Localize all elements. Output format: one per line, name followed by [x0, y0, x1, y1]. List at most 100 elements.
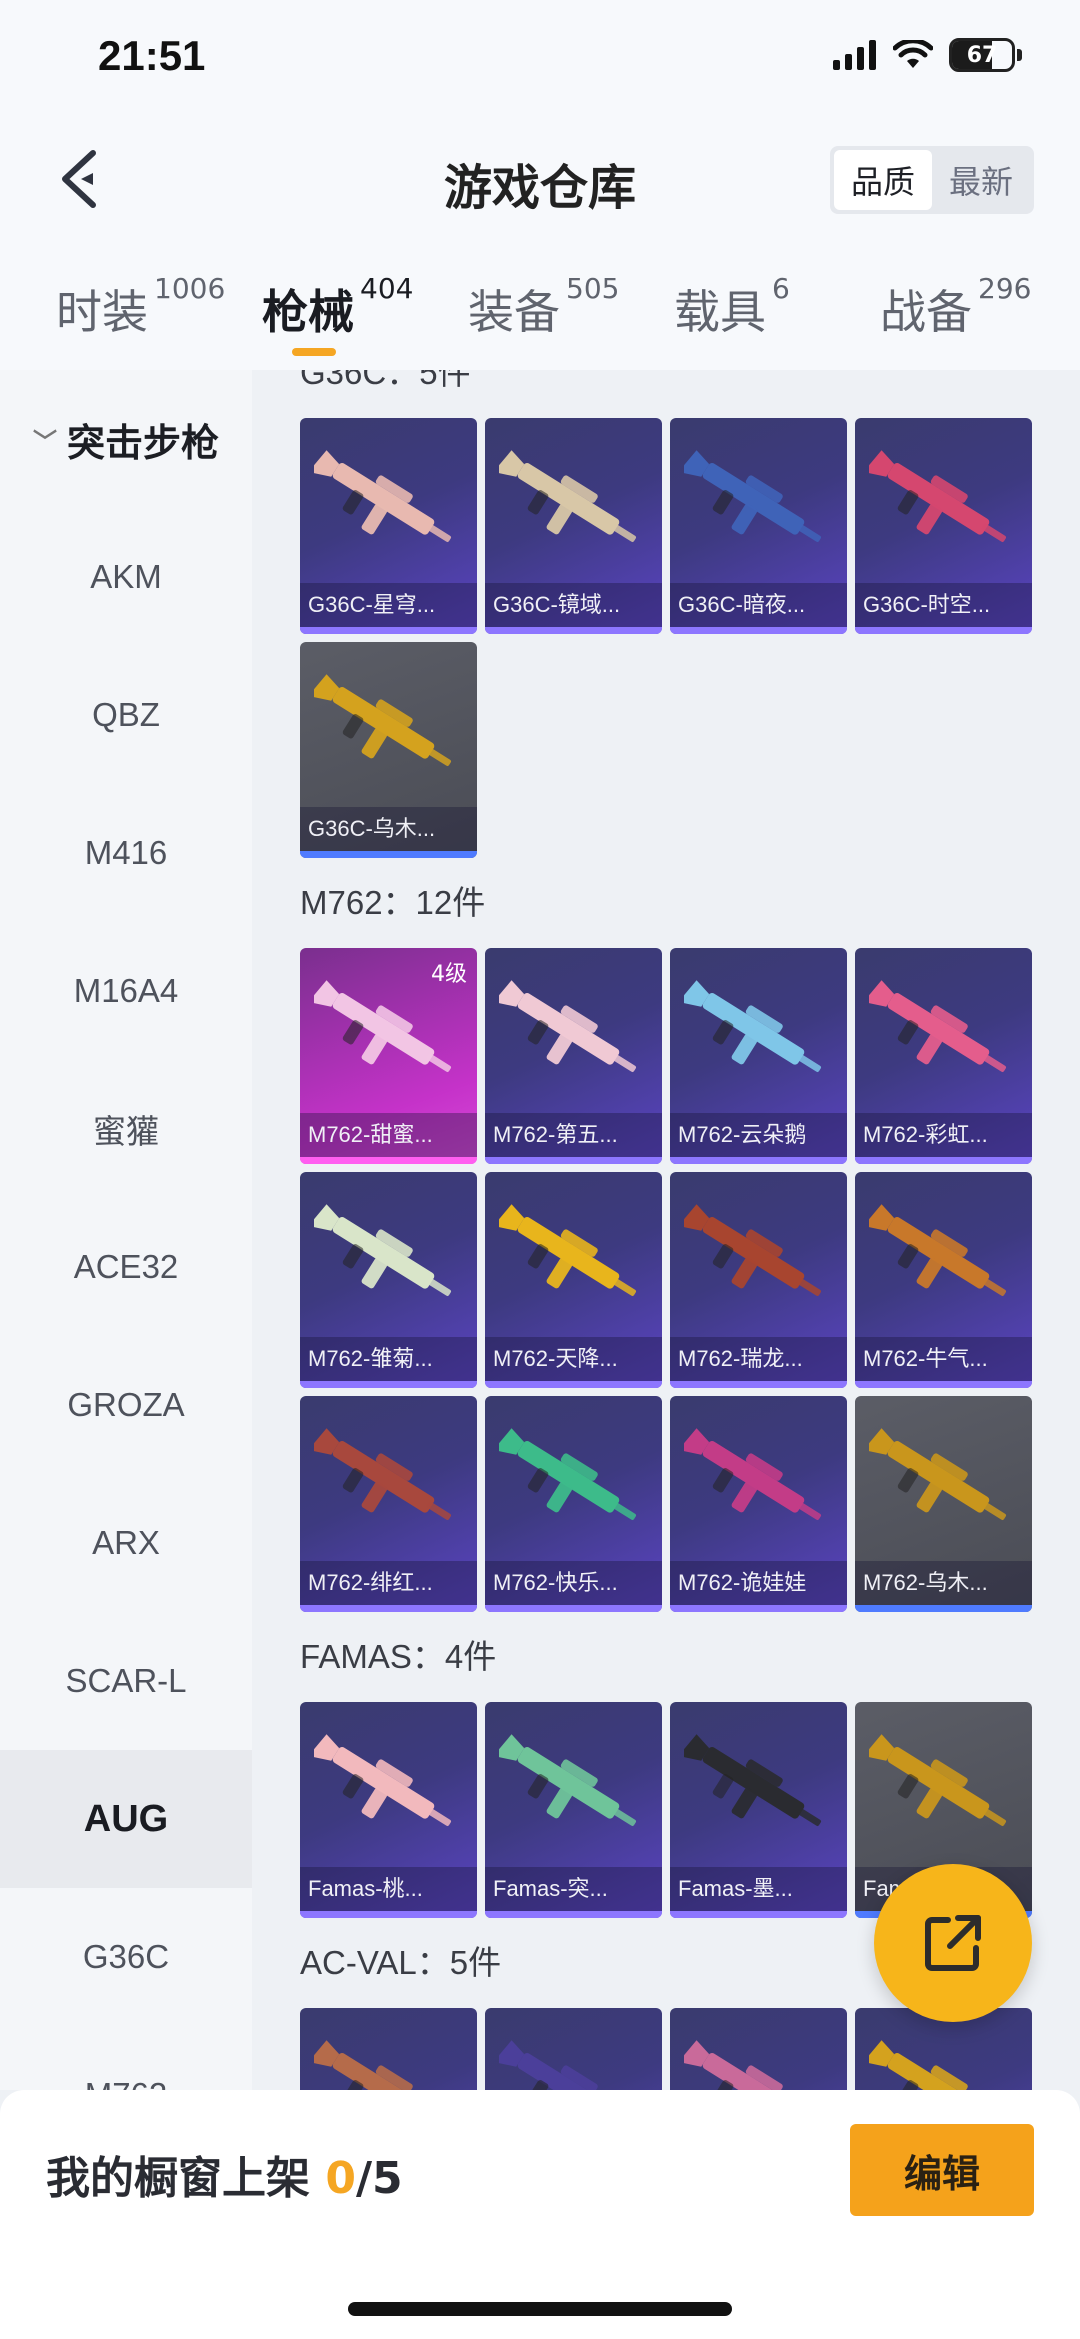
weapon-image — [499, 1428, 636, 1520]
sort-toggle: 品质 最新 — [830, 146, 1034, 214]
sidebar-item[interactable]: ARX — [0, 1474, 252, 1612]
item-card[interactable]: G36C-暗夜... — [670, 418, 847, 634]
weapon-image — [684, 2040, 805, 2090]
item-name: G36C-时空... — [855, 583, 1032, 627]
tab-4[interactable]: 战备 296 — [880, 272, 1031, 342]
weapon-image — [499, 450, 636, 542]
item-card[interactable] — [300, 2008, 477, 2090]
sidebar-item[interactable]: M16A4 — [0, 922, 252, 1060]
battery-level-text: 67 — [966, 42, 998, 68]
item-card[interactable]: Famas-桃... — [300, 1702, 477, 1918]
item-card[interactable]: G36C-镜域... — [485, 418, 662, 634]
showcase-count: 0 — [325, 2153, 356, 2204]
status-time: 21:51 — [98, 32, 206, 79]
tab-1[interactable]: 枪械 404 — [262, 272, 413, 342]
item-card[interactable]: M762-第五... — [485, 948, 662, 1164]
item-name: M762-雏菊... — [300, 1337, 477, 1381]
share-button[interactable] — [874, 1864, 1032, 2022]
item-card[interactable]: G36C-星穹... — [300, 418, 477, 634]
category-tabs: 时装 1006 枪械 404 装备 505 载具 6 战备 296 — [0, 240, 1080, 370]
header: 游戏仓库 品质 最新 — [0, 120, 1080, 240]
section-title: M762：12件 — [300, 884, 486, 921]
tab-count: 6 — [772, 272, 790, 305]
item-card[interactable]: G36C-时空... — [855, 418, 1032, 634]
weapon-image — [684, 1734, 821, 1826]
item-name: M762-甜蜜... — [300, 1113, 477, 1157]
sidebar: ﹀ 突击步枪 AKM QBZ M416 M16A4 蜜獾 ACE32 GROZA ARX SCA… — [0, 370, 252, 2090]
item-card[interactable]: M762-天降... — [485, 1172, 662, 1388]
item-name: M762-第五... — [485, 1113, 662, 1157]
item-name: Famas-桃... — [300, 1867, 477, 1911]
weapon-image — [869, 1428, 1006, 1520]
item-grid: G36C-星穹... G36C-镜域... G36C-暗夜... G36C-时空...… — [300, 418, 1080, 858]
sort-option-1[interactable]: 最新 — [932, 150, 1030, 210]
item-name: G36C-星穹... — [300, 583, 477, 627]
sections: G36C：5件 G36C-星穹... G36C-镜域... G36C-暗夜... G36… — [252, 370, 1080, 2090]
item-card[interactable]: Famas-墨... — [670, 1702, 847, 1918]
item-card[interactable]: G36C-乌木... — [300, 642, 477, 858]
item-card[interactable]: M762-快乐... — [485, 1396, 662, 1612]
weapon-image — [314, 980, 451, 1072]
weapon-image — [314, 1428, 451, 1520]
tab-2[interactable]: 装备 505 — [468, 272, 619, 342]
tab-count: 505 — [566, 272, 620, 305]
sort-option-0[interactable]: 品质 — [834, 150, 932, 210]
tab-3[interactable]: 载具 6 — [674, 272, 790, 342]
sidebar-item[interactable]: M762 — [0, 2026, 252, 2090]
item-name: M762-瑞龙... — [670, 1337, 847, 1381]
item-grid: 4级 M762-甜蜜... M762-第五... M762-云朵鹅 M762-彩虹...… — [300, 948, 1080, 1612]
tab-label: 战备 — [880, 285, 972, 339]
sidebar-item[interactable]: SCAR-L — [0, 1612, 252, 1750]
sidebar-item[interactable]: GROZA — [0, 1336, 252, 1474]
item-card[interactable]: M762-诡娃娃 — [670, 1396, 847, 1612]
battery-tip — [1017, 49, 1022, 61]
item-card[interactable] — [485, 2008, 662, 2090]
chevron-down-icon: ﹀ — [32, 427, 57, 456]
item-card[interactable]: M762-牛气... — [855, 1172, 1032, 1388]
showcase-status: 我的橱窗上架 0/5 — [46, 2142, 403, 2206]
item-card[interactable]: 4级 M762-甜蜜... — [300, 948, 477, 1164]
sidebar-item[interactable]: G36C — [0, 1888, 252, 2026]
item-card[interactable]: M762-彩虹... — [855, 948, 1032, 1164]
tab-0[interactable]: 时装 1006 — [56, 272, 225, 342]
item-card[interactable]: M762-瑞龙... — [670, 1172, 847, 1388]
item-card[interactable]: M762-雏菊... — [300, 1172, 477, 1388]
item-name: G36C-镜域... — [485, 583, 662, 627]
bottom-bar: 我的橱窗上架 0/5 编辑 — [0, 2090, 1080, 2339]
sidebar-item[interactable]: 蜜獾 — [0, 1060, 252, 1198]
sidebar-category[interactable]: ﹀ 突击步枪 — [0, 370, 252, 508]
sidebar-list: AKM QBZ M416 M16A4 蜜獾 ACE32 GROZA ARX SCAR-L AUG G… — [0, 508, 252, 2090]
showcase-total: /5 — [355, 2153, 403, 2204]
item-name: Famas-突... — [485, 1867, 662, 1911]
weapon-image — [869, 1734, 1006, 1826]
weapon-image — [314, 1204, 451, 1296]
weapon-image — [869, 2040, 990, 2090]
signal-icon — [833, 40, 876, 70]
sidebar-item[interactable]: ACE32 — [0, 1198, 252, 1336]
sidebar-item[interactable]: M416 — [0, 784, 252, 922]
weapon-image — [869, 1204, 1006, 1296]
sidebar-item[interactable]: AUG — [0, 1750, 252, 1888]
weapon-image — [499, 1734, 636, 1826]
item-card[interactable]: Famas-突... — [485, 1702, 662, 1918]
weapon-image — [314, 1734, 451, 1826]
item-name: M762-牛气... — [855, 1337, 1032, 1381]
tab-count: 404 — [360, 272, 414, 305]
item-card[interactable]: M762-乌木... — [855, 1396, 1032, 1612]
weapon-image — [684, 450, 821, 542]
item-card[interactable]: M762-云朵鹅 — [670, 948, 847, 1164]
item-card[interactable] — [670, 2008, 847, 2090]
status-icons: 67 — [833, 38, 1022, 72]
item-name: M762-彩虹... — [855, 1113, 1032, 1157]
item-name: M762-绯红... — [300, 1561, 477, 1605]
item-name: G36C-暗夜... — [670, 583, 847, 627]
edit-button[interactable]: 编辑 — [850, 2124, 1034, 2216]
item-card[interactable]: M762-绯红... — [300, 1396, 477, 1612]
sidebar-item[interactable]: QBZ — [0, 646, 252, 784]
item-grid-area[interactable]: G36C：5件 G36C-星穹... G36C-镜域... G36C-暗夜... G36… — [252, 370, 1080, 2090]
weapon-image — [499, 1204, 636, 1296]
item-name: G36C-乌木... — [300, 807, 477, 851]
home-indicator[interactable] — [348, 2302, 732, 2316]
tab-label: 载具 — [674, 285, 766, 339]
sidebar-item[interactable]: AKM — [0, 508, 252, 646]
